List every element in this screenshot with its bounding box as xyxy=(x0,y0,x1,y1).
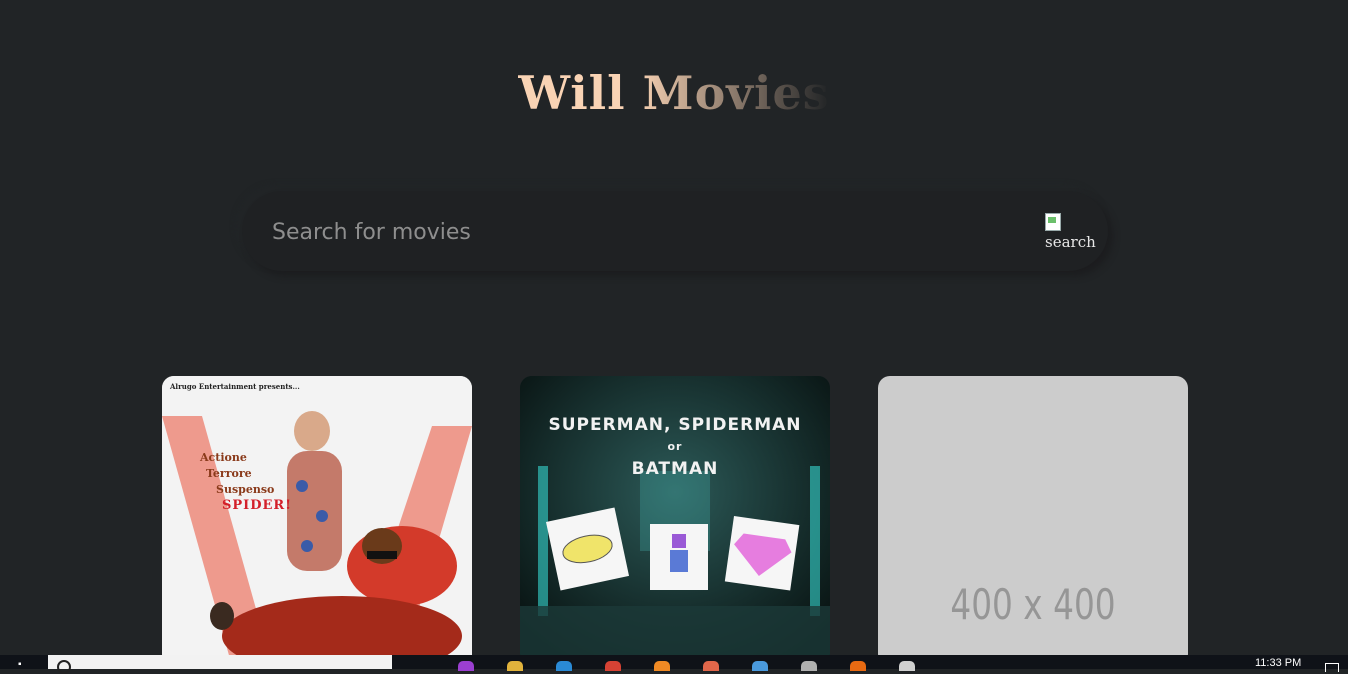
poster-1-line1: Actione xyxy=(200,451,247,464)
app-title: Will Movies xyxy=(518,66,830,120)
poster-1-presenter: Alrugo Entertainment presents... xyxy=(170,382,300,391)
broken-image-icon xyxy=(1045,213,1061,231)
folder-icon[interactable] xyxy=(507,661,523,671)
taskbar-search-box[interactable] xyxy=(48,655,392,674)
git-icon[interactable] xyxy=(703,661,719,671)
notification-center-icon[interactable] xyxy=(1325,663,1339,672)
placeholder-image-label: 400 x 400 xyxy=(950,580,1116,629)
search-icon-alt-text: search xyxy=(1045,233,1096,251)
poster-1-title: SPIDER! xyxy=(222,498,292,513)
movie-card-1[interactable]: Alrugo Entertainment presents... Actione… xyxy=(162,376,472,666)
chrome-icon[interactable] xyxy=(605,661,621,671)
search-input[interactable] xyxy=(270,211,1034,253)
firefox-icon[interactable] xyxy=(850,661,866,671)
taskbar-clock[interactable]: 11:33 PM xyxy=(1255,657,1301,669)
movie-poster-1 xyxy=(162,376,472,666)
windows-taskbar: ▪ 11:33 PM xyxy=(0,655,1348,674)
vscode-icon[interactable] xyxy=(556,661,572,671)
podcast-app-icon[interactable] xyxy=(458,661,474,671)
search-icon[interactable]: search xyxy=(1045,213,1105,253)
movie-card-2[interactable]: SUPERMAN, SPIDERMAN or BATMAN xyxy=(520,376,830,666)
poster-1-line2: Terrore xyxy=(206,467,252,480)
taskbar-search-icon xyxy=(57,660,71,674)
poster-2-title: SUPERMAN, SPIDERMAN or BATMAN xyxy=(520,414,830,480)
title-wrapper: Will Movies xyxy=(0,66,1348,120)
windows-start-icon[interactable]: ▪ xyxy=(18,659,28,670)
sublime-icon[interactable] xyxy=(654,661,670,671)
movie-card-3[interactable]: 400 x 400 xyxy=(878,376,1188,666)
poster-2-line3: BATMAN xyxy=(631,459,719,479)
poster-1-taglines: Actione Terrore Suspenso xyxy=(200,450,274,498)
app-window-icon[interactable] xyxy=(752,661,768,671)
poster-2-line1: SUPERMAN, SPIDERMAN xyxy=(548,415,802,435)
poster-2-line2: or xyxy=(667,440,683,453)
search-bar: search xyxy=(242,191,1108,271)
settings-icon[interactable] xyxy=(899,661,915,671)
notes-icon[interactable] xyxy=(801,661,817,671)
poster-1-line3: Suspenso xyxy=(216,483,275,496)
